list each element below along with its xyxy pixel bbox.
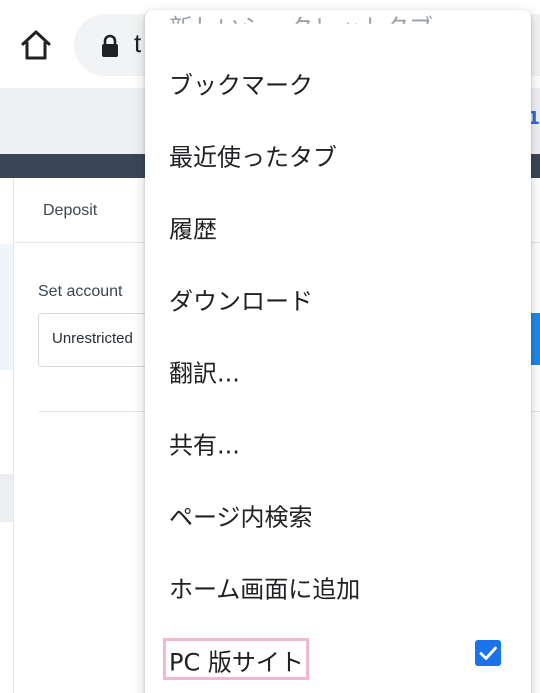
menu-item-label: 翻訳... (169, 359, 240, 388)
left-strip-gray (0, 474, 13, 522)
lock-icon (102, 34, 118, 57)
set-account-label: Set account (38, 283, 123, 300)
home-icon[interactable] (18, 27, 54, 63)
screen: t 1 Deposit Set account Unrestricted 新しい… (0, 0, 540, 693)
menu-item-find-in-page[interactable]: ページ内検索 (145, 479, 531, 551)
menu-item-add-to-home-screen[interactable]: ホーム画面に追加 (145, 551, 531, 623)
browser-overflow-menu: 新しいシークレットタブ ブックマーク 最近使ったタブ 履歴 ダウンロード 翻訳.… (145, 10, 531, 693)
menu-item-share[interactable]: 共有... (145, 407, 531, 479)
menu-item-label: 履歴 (169, 215, 217, 244)
menu-item-bookmarks[interactable]: ブックマーク (145, 47, 531, 119)
tab-deposit[interactable]: Deposit (43, 202, 97, 220)
menu-item-label: ダウンロード (169, 287, 313, 316)
menu-item-history[interactable]: 履歴 (145, 191, 531, 263)
site-left-strip (0, 178, 14, 693)
menu-item-desktop-site[interactable]: PC 版サイト (145, 632, 531, 693)
menu-item-label: 共有... (169, 431, 240, 460)
menu-item-translate[interactable]: 翻訳... (145, 335, 531, 407)
checkbox-checked-icon[interactable] (475, 640, 501, 666)
menu-item-label: ブックマーク (169, 71, 313, 100)
menu-item-recent-tabs[interactable]: 最近使ったタブ (145, 119, 531, 191)
menu-item-label: 最近使ったタブ (169, 143, 337, 172)
menu-item-label: ページ内検索 (169, 503, 313, 532)
menu-item-label: PC 版サイト (169, 648, 304, 677)
menu-item-downloads[interactable]: ダウンロード (145, 263, 531, 335)
left-strip-highlight (0, 244, 13, 370)
url-text[interactable]: t (134, 28, 141, 59)
menu-item-label: 新しいシークレットタブ (169, 14, 433, 42)
menu-item-label: ホーム画面に追加 (169, 575, 361, 604)
account-select-value: Unrestricted (52, 330, 133, 347)
